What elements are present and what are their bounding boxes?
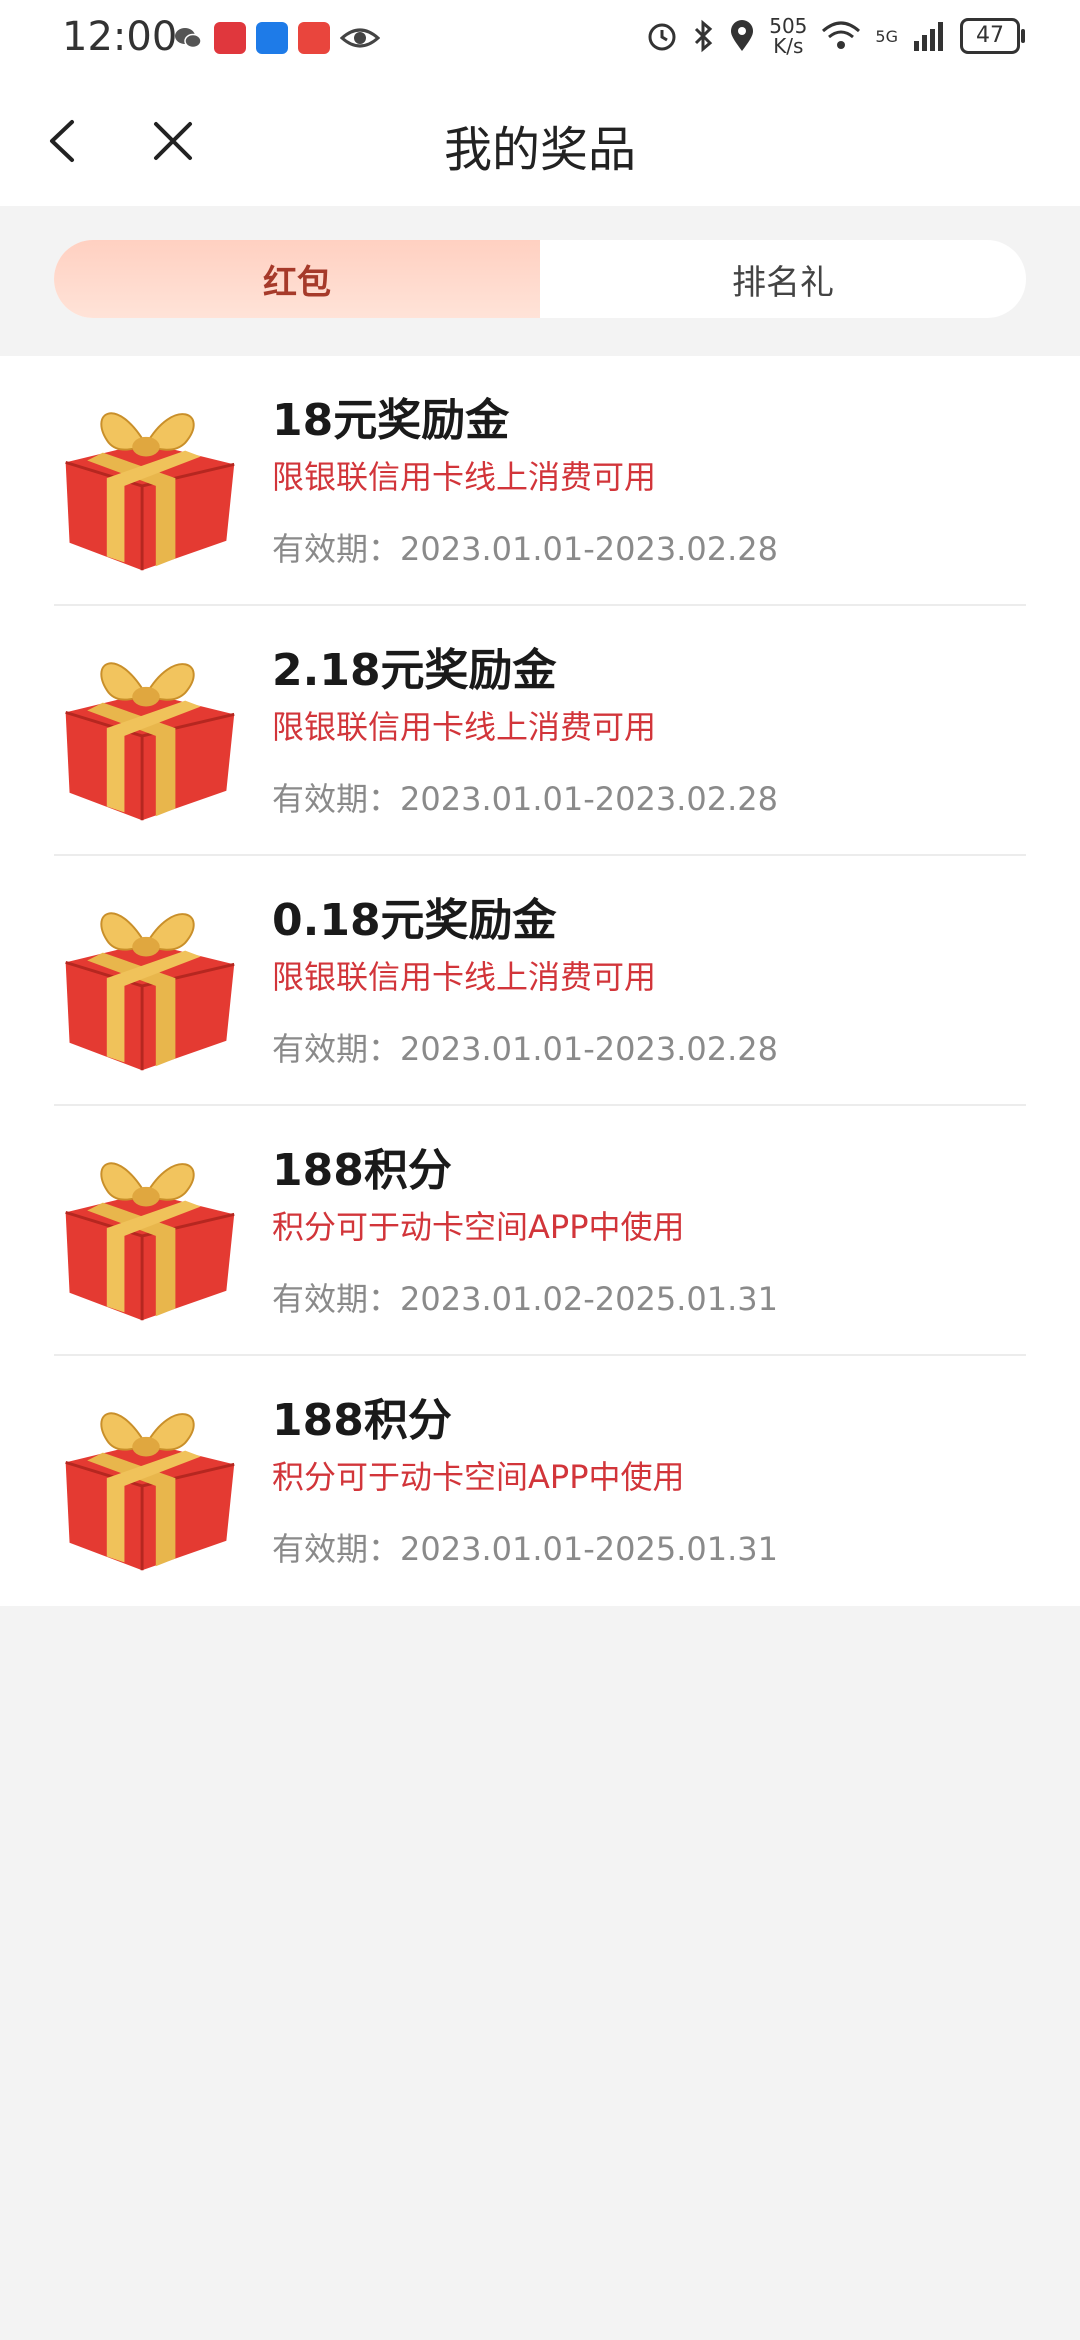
list-item[interactable]: 0.18元奖励金 限银联信用卡线上消费可用 有效期：2023.01.01-202… <box>0 856 1080 1106</box>
location-icon <box>731 20 754 51</box>
prize-description: 限银联信用卡线上消费可用 <box>272 958 657 996</box>
prize-description: 限银联信用卡线上消费可用 <box>272 708 657 746</box>
gift-box-icon <box>65 412 235 571</box>
signal-icon <box>914 22 943 51</box>
prize-list: 18元奖励金 限银联信用卡线上消费可用 有效期：2023.01.01-2023.… <box>0 356 1080 1606</box>
prize-title: 188积分 <box>272 1145 452 1196</box>
alarm-icon <box>648 23 676 51</box>
bluetooth-icon <box>695 19 713 53</box>
net-speed-value: 505 <box>769 14 808 38</box>
wallet-icon <box>298 22 330 54</box>
list-item[interactable]: 2.18元奖励金 限银联信用卡线上消费可用 有效期：2023.01.01-202… <box>0 606 1080 856</box>
wechat-icon <box>175 28 202 49</box>
network-type: 5G <box>875 26 898 46</box>
prize-validity: 有效期：2023.01.01-2025.01.31 <box>272 1530 778 1568</box>
status-icons: 505 K/s 5G 47 <box>645 16 1025 56</box>
prize-description: 积分可于动卡空间APP中使用 <box>272 1208 685 1246</box>
prize-title: 188积分 <box>272 1395 452 1446</box>
gift-box-icon <box>65 1412 235 1571</box>
gift-box-icon <box>65 1162 235 1321</box>
eye-icon <box>340 28 380 48</box>
nav-bar: 我的奖品 <box>0 80 1080 206</box>
tabs-section: 红包 排名礼 <box>0 206 1080 356</box>
prize-title: 2.18元奖励金 <box>272 645 557 696</box>
page-title: 我的奖品 <box>443 122 636 178</box>
tab-red-packet[interactable]: 红包 <box>54 240 540 318</box>
tab-bar: 红包 排名礼 <box>54 240 1026 318</box>
prize-description: 限银联信用卡线上消费可用 <box>272 458 657 496</box>
status-time: 12:00 <box>62 14 178 60</box>
prize-validity: 有效期：2023.01.01-2023.02.28 <box>272 530 778 568</box>
list-item[interactable]: 188积分 积分可于动卡空间APP中使用 有效期：2023.01.02-2025… <box>0 1106 1080 1356</box>
prize-validity: 有效期：2023.01.02-2025.01.31 <box>272 1280 778 1318</box>
prize-validity: 有效期：2023.01.01-2023.02.28 <box>272 1030 778 1068</box>
prize-description: 积分可于动卡空间APP中使用 <box>272 1458 685 1496</box>
list-item[interactable]: 188积分 积分可于动卡空间APP中使用 有效期：2023.01.01-2025… <box>0 1356 1080 1606</box>
battery-level: 47 <box>976 23 1004 48</box>
gift-box-icon <box>65 912 235 1071</box>
net-speed: 505 K/s <box>769 16 807 56</box>
app-icon <box>214 22 246 54</box>
list-item[interactable]: 18元奖励金 限银联信用卡线上消费可用 有效期：2023.01.01-2023.… <box>0 356 1080 606</box>
prize-title: 18元奖励金 <box>272 395 510 446</box>
status-bar: 12:00 505 K/s 5G 47 <box>0 0 1080 80</box>
gift-box-icon <box>65 662 235 821</box>
maps-icon <box>256 22 288 54</box>
net-speed-unit: K/s <box>773 34 804 58</box>
prize-title: 0.18元奖励金 <box>272 895 557 946</box>
wifi-icon <box>822 21 861 49</box>
tab-ranking-gift[interactable]: 排名礼 <box>540 240 1026 318</box>
battery-icon: 47 <box>960 18 1025 54</box>
prize-validity: 有效期：2023.01.01-2023.02.28 <box>272 780 778 818</box>
